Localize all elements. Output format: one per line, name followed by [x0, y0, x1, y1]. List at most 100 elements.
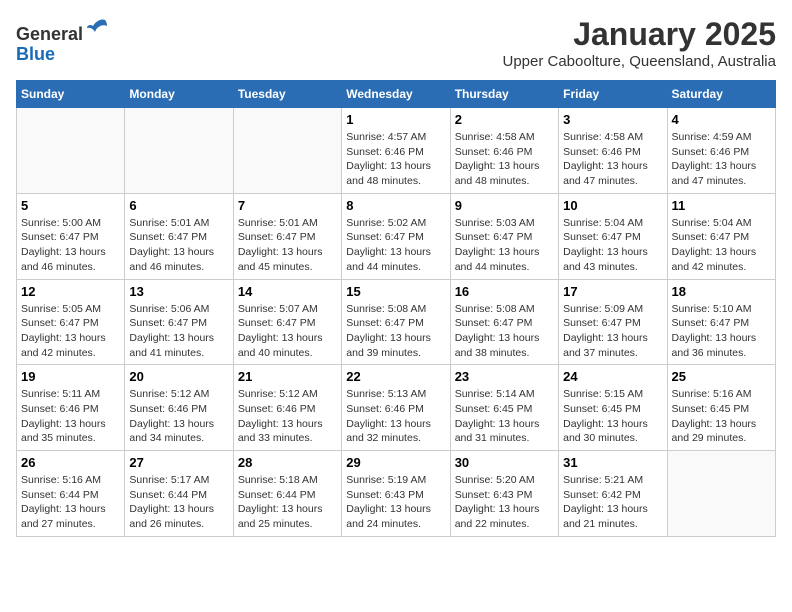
day-number: 20 — [129, 369, 228, 384]
day-number: 10 — [563, 198, 662, 213]
day-info: Sunrise: 5:03 AMSunset: 6:47 PMDaylight:… — [455, 216, 554, 275]
day-number: 27 — [129, 455, 228, 470]
logo: General Blue — [16, 16, 109, 65]
day-number: 2 — [455, 112, 554, 127]
day-number: 5 — [21, 198, 120, 213]
day-cell-19: 19 Sunrise: 5:11 AMSunset: 6:46 PMDayligh… — [17, 365, 125, 451]
day-cell-4: 4 Sunrise: 4:59 AMSunset: 6:46 PMDaylight… — [667, 108, 775, 194]
day-info: Sunrise: 5:06 AMSunset: 6:47 PMDaylight:… — [129, 302, 228, 361]
day-cell-23: 23 Sunrise: 5:14 AMSunset: 6:45 PMDayligh… — [450, 365, 558, 451]
day-number: 15 — [346, 284, 445, 299]
week-row-5: 26Sunrise: 5:16 AMSunset: 6:44 PMDayligh… — [17, 451, 776, 537]
title-block: January 2025 Upper Caboolture, Queenslan… — [502, 16, 776, 70]
day-info: Sunrise: 4:58 AMSunset: 6:46 PMDaylight:… — [455, 130, 554, 189]
day-info: Sunrise: 4:58 AMSunset: 6:46 PMDaylight:… — [563, 130, 662, 189]
logo-bird-icon — [85, 16, 109, 40]
empty-cell — [233, 108, 341, 194]
day-cell-29: 29 Sunrise: 5:19 AMSunset: 6:43 PMDayligh… — [342, 451, 450, 537]
day-info: Sunrise: 5:15 AMSunset: 6:45 PMDaylight:… — [563, 387, 662, 446]
day-cell-24: 24 Sunrise: 5:15 AMSunset: 6:45 PMDayligh… — [559, 365, 667, 451]
day-header-saturday: Saturday — [667, 81, 775, 108]
day-number: 9 — [455, 198, 554, 213]
day-info: Sunrise: 5:01 AMSunset: 6:47 PMDaylight:… — [238, 216, 337, 275]
calendar-subtitle: Upper Caboolture, Queensland, Australia — [502, 53, 776, 70]
day-header-wednesday: Wednesday — [342, 81, 450, 108]
day-cell-9: 9 Sunrise: 5:03 AMSunset: 6:47 PMDaylight… — [450, 193, 558, 279]
day-number: 21 — [238, 369, 337, 384]
day-cell-7: 7Sunrise: 5:01 AMSunset: 6:47 PMDaylight… — [233, 193, 341, 279]
day-info: Sunrise: 5:09 AMSunset: 6:47 PMDaylight:… — [563, 302, 662, 361]
day-info: Sunrise: 5:18 AMSunset: 6:44 PMDaylight:… — [238, 473, 337, 532]
day-number: 23 — [455, 369, 554, 384]
day-number: 29 — [346, 455, 445, 470]
day-cell-18: 18Sunrise: 5:10 AMSunset: 6:47 PMDayligh… — [667, 279, 775, 365]
day-cell-13: 13 Sunrise: 5:06 AMSunset: 6:47 PMDayligh… — [125, 279, 233, 365]
day-number: 25 — [672, 369, 771, 384]
day-info: Sunrise: 5:02 AMSunset: 6:47 PMDaylight:… — [346, 216, 445, 275]
day-info: Sunrise: 4:57 AMSunset: 6:46 PMDaylight:… — [346, 130, 445, 189]
day-number: 12 — [21, 284, 120, 299]
day-header-monday: Monday — [125, 81, 233, 108]
day-cell-26: 26Sunrise: 5:16 AMSunset: 6:44 PMDayligh… — [17, 451, 125, 537]
day-number: 4 — [672, 112, 771, 127]
day-number: 22 — [346, 369, 445, 384]
day-cell-10: 10 Sunrise: 5:04 AMSunset: 6:47 PMDayligh… — [559, 193, 667, 279]
day-cell-15: 15 Sunrise: 5:08 AMSunset: 6:47 PMDayligh… — [342, 279, 450, 365]
week-row-4: 19 Sunrise: 5:11 AMSunset: 6:46 PMDayligh… — [17, 365, 776, 451]
day-cell-27: 27 Sunrise: 5:17 AMSunset: 6:44 PMDayligh… — [125, 451, 233, 537]
day-info: Sunrise: 5:12 AMSunset: 6:46 PMDaylight:… — [238, 387, 337, 446]
day-number: 17 — [563, 284, 662, 299]
day-info: Sunrise: 4:59 AMSunset: 6:46 PMDaylight:… — [672, 130, 771, 189]
day-info: Sunrise: 5:13 AMSunset: 6:46 PMDaylight:… — [346, 387, 445, 446]
day-cell-17: 17 Sunrise: 5:09 AMSunset: 6:47 PMDayligh… — [559, 279, 667, 365]
day-cell-5: 5Sunrise: 5:00 AMSunset: 6:47 PMDaylight… — [17, 193, 125, 279]
day-header-thursday: Thursday — [450, 81, 558, 108]
day-number: 26 — [21, 455, 120, 470]
week-row-2: 5Sunrise: 5:00 AMSunset: 6:47 PMDaylight… — [17, 193, 776, 279]
day-info: Sunrise: 5:11 AMSunset: 6:46 PMDaylight:… — [21, 387, 120, 446]
day-number: 6 — [129, 198, 228, 213]
day-number: 14 — [238, 284, 337, 299]
page-header: General Blue January 2025 Upper Cabooltu… — [16, 16, 776, 70]
day-cell-20: 20 Sunrise: 5:12 AMSunset: 6:46 PMDayligh… — [125, 365, 233, 451]
day-cell-25: 25 Sunrise: 5:16 AMSunset: 6:45 PMDayligh… — [667, 365, 775, 451]
day-info: Sunrise: 5:17 AMSunset: 6:44 PMDaylight:… — [129, 473, 228, 532]
day-cell-11: 11Sunrise: 5:04 AMSunset: 6:47 PMDayligh… — [667, 193, 775, 279]
day-info: Sunrise: 5:20 AMSunset: 6:43 PMDaylight:… — [455, 473, 554, 532]
day-cell-8: 8 Sunrise: 5:02 AMSunset: 6:47 PMDaylight… — [342, 193, 450, 279]
day-number: 3 — [563, 112, 662, 127]
empty-cell — [667, 451, 775, 537]
day-cell-22: 22 Sunrise: 5:13 AMSunset: 6:46 PMDayligh… — [342, 365, 450, 451]
day-info: Sunrise: 5:12 AMSunset: 6:46 PMDaylight:… — [129, 387, 228, 446]
day-info: Sunrise: 5:14 AMSunset: 6:45 PMDaylight:… — [455, 387, 554, 446]
day-number: 30 — [455, 455, 554, 470]
day-number: 11 — [672, 198, 771, 213]
day-info: Sunrise: 5:08 AMSunset: 6:47 PMDaylight:… — [346, 302, 445, 361]
day-number: 19 — [21, 369, 120, 384]
week-row-1: 1Sunrise: 4:57 AMSunset: 6:46 PMDaylight… — [17, 108, 776, 194]
day-info: Sunrise: 5:16 AMSunset: 6:45 PMDaylight:… — [672, 387, 771, 446]
day-number: 16 — [455, 284, 554, 299]
day-info: Sunrise: 5:21 AMSunset: 6:42 PMDaylight:… — [563, 473, 662, 532]
week-row-3: 12Sunrise: 5:05 AMSunset: 6:47 PMDayligh… — [17, 279, 776, 365]
calendar-title: January 2025 — [502, 16, 776, 53]
day-cell-28: 28Sunrise: 5:18 AMSunset: 6:44 PMDayligh… — [233, 451, 341, 537]
day-cell-12: 12Sunrise: 5:05 AMSunset: 6:47 PMDayligh… — [17, 279, 125, 365]
day-info: Sunrise: 5:01 AMSunset: 6:47 PMDaylight:… — [129, 216, 228, 275]
day-info: Sunrise: 5:04 AMSunset: 6:47 PMDaylight:… — [563, 216, 662, 275]
day-number: 8 — [346, 198, 445, 213]
day-info: Sunrise: 5:19 AMSunset: 6:43 PMDaylight:… — [346, 473, 445, 532]
day-cell-3: 3 Sunrise: 4:58 AMSunset: 6:46 PMDaylight… — [559, 108, 667, 194]
logo-general: General — [16, 24, 83, 44]
day-cell-21: 21 Sunrise: 5:12 AMSunset: 6:46 PMDayligh… — [233, 365, 341, 451]
day-header-friday: Friday — [559, 81, 667, 108]
day-cell-6: 6 Sunrise: 5:01 AMSunset: 6:47 PMDaylight… — [125, 193, 233, 279]
day-cell-1: 1Sunrise: 4:57 AMSunset: 6:46 PMDaylight… — [342, 108, 450, 194]
day-number: 24 — [563, 369, 662, 384]
day-info: Sunrise: 5:07 AMSunset: 6:47 PMDaylight:… — [238, 302, 337, 361]
logo-blue: Blue — [16, 44, 55, 64]
day-info: Sunrise: 5:10 AMSunset: 6:47 PMDaylight:… — [672, 302, 771, 361]
day-number: 13 — [129, 284, 228, 299]
day-header-tuesday: Tuesday — [233, 81, 341, 108]
day-cell-16: 16Sunrise: 5:08 AMSunset: 6:47 PMDayligh… — [450, 279, 558, 365]
